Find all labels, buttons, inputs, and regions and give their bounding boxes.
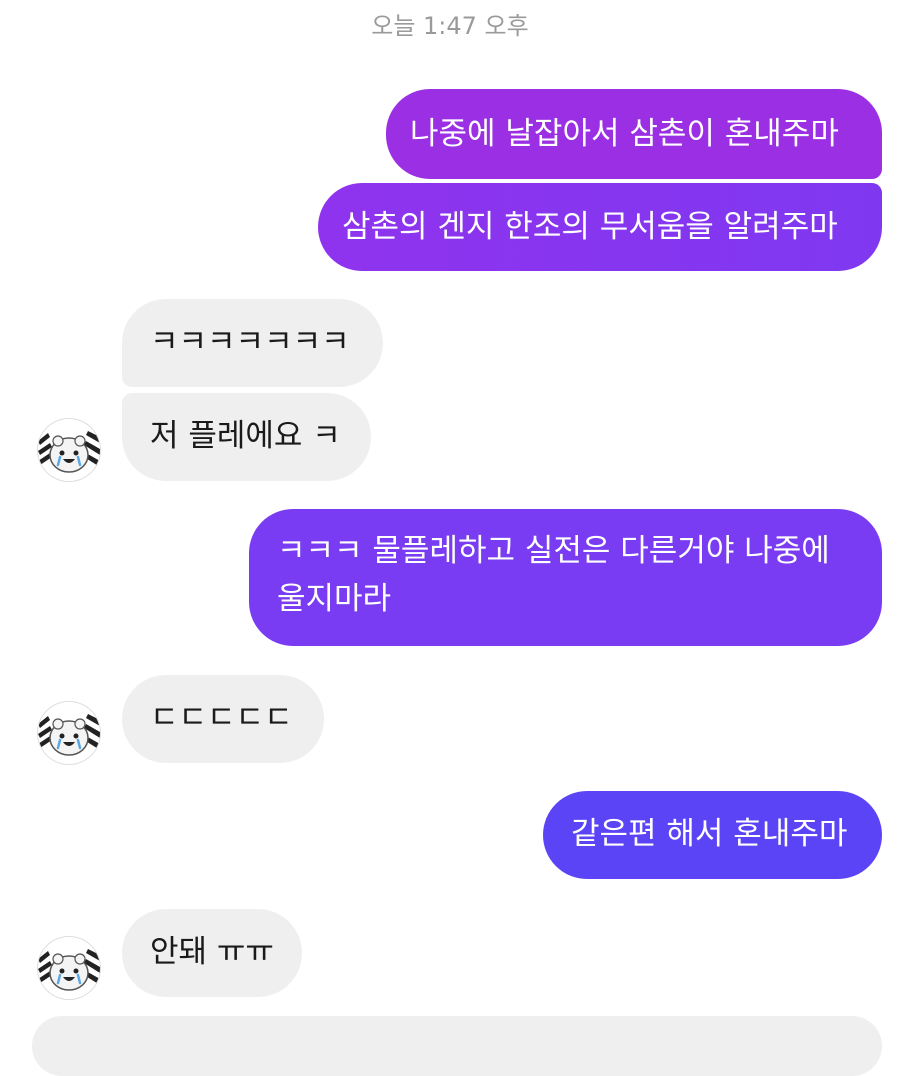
received-message[interactable]: ㅋㅋㅋㅋㅋㅋㅋ [122,299,383,387]
message-text: 나중에 날잡아서 삼촌이 혼내주마 [410,116,839,152]
sender-avatar[interactable] [38,419,100,481]
received-message[interactable]: 안돼 ㅠㅠ [122,909,302,997]
received-message[interactable]: 저 플레에요 ㅋ [122,393,371,481]
message-text: 안돼 ㅠㅠ [150,934,274,970]
sent-message[interactable]: ㅋㅋㅋ 물플레하고 실전은 다른거야 나중에 울지마라 [249,509,882,646]
message-text: ㅋㅋㅋㅋㅋㅋㅋ [150,324,350,360]
cartoon-avatar-icon [38,419,100,481]
sent-message[interactable]: 삼촌의 겐지 한조의 무서움을 알려주마 [318,183,882,271]
received-message[interactable]: ㄷㄷㄷㄷㄷ [122,675,324,763]
sender-avatar[interactable] [38,937,100,999]
message-text-line: ㅋㅋㅋ 물플레하고 실전은 다른거야 나중에 [277,533,830,569]
sender-avatar[interactable] [38,702,100,764]
message-text: 저 플레에요 ㅋ [150,418,341,454]
message-text-line: 울지마라 [277,581,392,617]
message-text: ㄷㄷㄷㄷㄷ [150,700,293,736]
cartoon-avatar-icon [38,937,100,999]
cartoon-avatar-icon [38,702,100,764]
message-timestamp: 오늘 1:47 오후 [371,12,529,40]
sent-message[interactable]: 같은편 해서 혼내주마 [543,791,882,879]
message-composer[interactable] [32,1016,882,1076]
message-text: 같은편 해서 혼내주마 [571,816,848,852]
message-text: 삼촌의 겐지 한조의 무서움을 알려주마 [342,209,838,245]
sent-message[interactable]: 나중에 날잡아서 삼촌이 혼내주마 [386,89,882,179]
